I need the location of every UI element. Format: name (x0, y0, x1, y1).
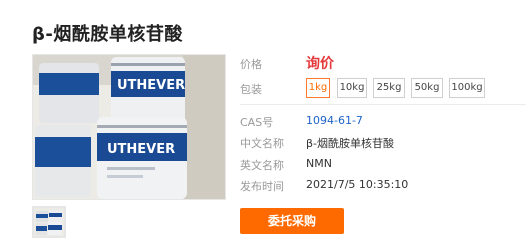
product-thumbnail[interactable] (32, 206, 66, 238)
cas-label: CAS号 (240, 116, 274, 129)
pack-option-10kg[interactable]: 10kg (337, 78, 367, 98)
en-name-value: NMN (306, 157, 332, 170)
pack-option-1kg[interactable]: 1kg (306, 78, 330, 98)
date-label: 发布时间 (240, 180, 284, 193)
divider (240, 104, 526, 105)
price-value: 询价 (306, 56, 334, 72)
brand-text-2: UTHEVER (107, 142, 175, 157)
product-main-image[interactable]: UTHEVER UTHEVER (32, 54, 226, 200)
en-name-label: 英文名称 (240, 159, 284, 172)
product-photo: UTHEVER UTHEVER (33, 55, 225, 199)
purchase-request-button[interactable]: 委托采购 (240, 208, 344, 234)
thumbnail-photo (34, 208, 64, 236)
date-value: 2021/7/5 10:35:10 (306, 178, 409, 191)
page-title: β-烟酰胺单核苷酸 (32, 24, 183, 45)
cas-value[interactable]: 1094-61-7 (306, 114, 363, 127)
pack-label: 包装 (240, 83, 262, 96)
brand-text: UTHEVER (117, 78, 185, 93)
pack-option-100kg[interactable]: 100kg (449, 78, 485, 98)
cn-name-value: β-烟酰胺单核苷酸 (306, 137, 394, 150)
price-label: 价格 (240, 58, 262, 71)
cn-name-label: 中文名称 (240, 137, 284, 150)
pack-option-25kg[interactable]: 25kg (373, 78, 405, 98)
pack-option-50kg[interactable]: 50kg (411, 78, 443, 98)
